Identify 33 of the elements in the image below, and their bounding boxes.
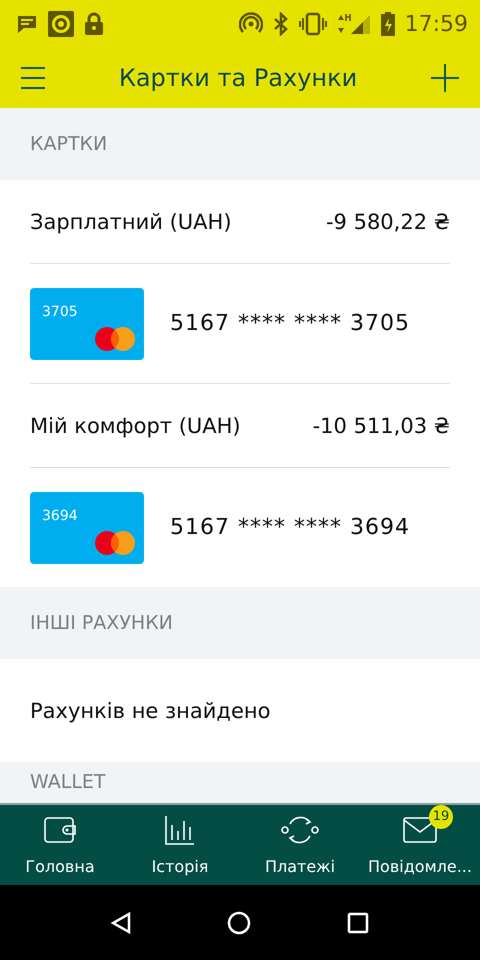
recents-button[interactable]	[347, 912, 369, 934]
menu-button[interactable]	[20, 66, 46, 90]
nav-tab[interactable]: Історія	[120, 805, 240, 885]
add-button[interactable]	[430, 63, 460, 93]
nav-tab[interactable]: 19 Повідомле...	[360, 805, 480, 885]
mastercard-icon	[94, 530, 136, 556]
bluetooth-icon	[272, 12, 289, 36]
vibrate-icon	[298, 12, 327, 36]
nav-tab[interactable]: Головна	[0, 805, 120, 885]
account-name[interactable]: Мій комфорт (UAH)	[30, 414, 241, 438]
home-button[interactable]	[227, 910, 251, 934]
mastercard-icon	[94, 326, 136, 352]
notification-badge: 19	[429, 804, 453, 828]
bar-chart-icon	[165, 814, 195, 844]
empty-message: Рахунків не знайдено	[30, 698, 270, 722]
signal-icon	[336, 12, 371, 36]
exchange-icon	[281, 814, 319, 844]
account-balance: -10 511,03 ₴	[312, 414, 450, 438]
account-name[interactable]: Зарплатний (UAH)	[30, 210, 232, 234]
lock-icon	[84, 12, 104, 36]
section-header: ІНШІ РАХУНКИ	[30, 612, 173, 634]
section-header: КАРТКИ	[30, 133, 108, 155]
status-time: 17:59	[404, 12, 468, 36]
screen-title: Картки та Рахунки	[118, 64, 358, 92]
section-header: WALLET	[30, 771, 106, 794]
card-number[interactable]: 5167 **** **** 3694	[170, 515, 410, 540]
message-icon	[16, 14, 38, 34]
wallet-icon	[44, 816, 76, 842]
card-number[interactable]: 5167 **** **** 3705	[170, 311, 410, 336]
back-button[interactable]	[111, 912, 131, 934]
battery-icon	[380, 12, 395, 36]
nav-tab[interactable]: Платежі	[240, 805, 360, 885]
account-balance: -9 580,22 ₴	[326, 210, 450, 234]
